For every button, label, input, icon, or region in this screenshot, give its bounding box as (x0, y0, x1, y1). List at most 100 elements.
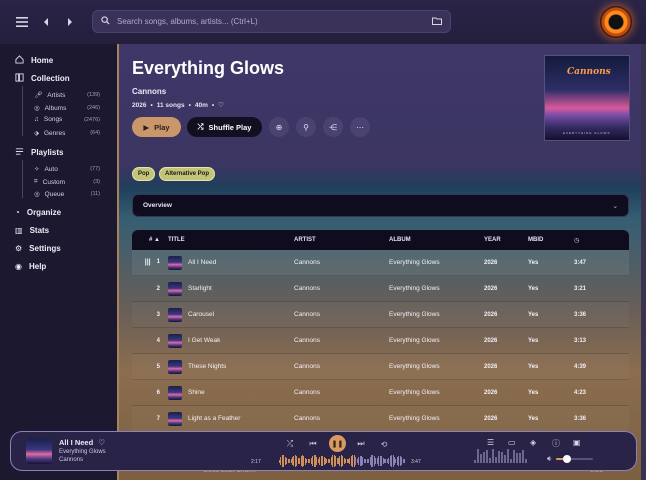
table-row[interactable]: 2 Starlight Cannons Everything Glows 2026 Yes… (132, 276, 629, 302)
shuffle-icon[interactable]: ⤮ (283, 437, 297, 451)
track-number: 2 (156, 285, 160, 292)
sidebar-item-auto[interactable]: ✧ Auto (77) (34, 165, 100, 174)
volume-knob[interactable] (563, 455, 572, 463)
sidebar-item-artists[interactable]: 🎤︎ Artists (139) (34, 91, 100, 100)
track-thumbnail (168, 359, 182, 374)
track-title: Shine (168, 385, 294, 400)
track-album[interactable]: Everything Glows (389, 259, 484, 266)
visualizer-bars (474, 449, 528, 463)
track-artist[interactable]: Cannons (294, 259, 389, 266)
col-num[interactable]: # ▲ (132, 237, 168, 243)
visualizer-bar (483, 452, 485, 463)
info-icon[interactable]: ⓘ (552, 438, 560, 449)
pause-button[interactable]: ❚❚ (329, 435, 346, 452)
heart-icon[interactable]: ♡ (218, 101, 224, 109)
now-playing-artist[interactable]: Cannons (59, 457, 83, 463)
visualizer-bar (501, 451, 503, 463)
track-album[interactable]: Everything Glows (389, 285, 484, 292)
previous-icon[interactable]: ⏮ (306, 437, 320, 451)
track-artist[interactable]: Cannons (294, 389, 389, 396)
sidebar-item-home[interactable]: Home (15, 55, 53, 66)
clock-icon[interactable]: ◷ (574, 237, 626, 244)
search-bar[interactable] (92, 10, 451, 33)
sidebar-item-playlists[interactable]: Playlists (15, 147, 63, 158)
main-content: Everything Glows Cannons 2026 • 11 songs •… (117, 44, 641, 480)
col-year[interactable]: YEAR (484, 237, 528, 243)
track-thumbnail (168, 411, 182, 426)
sidebar-item-help[interactable]: ◉ Help (15, 262, 46, 271)
sidebar-item-songs[interactable]: ♫ Songs (2476) (34, 116, 100, 123)
next-icon[interactable]: ⏭ (354, 437, 368, 451)
album-meta: 2026 • 11 songs • 40m • ♡ (132, 101, 224, 110)
track-thumbnail (168, 385, 182, 400)
track-thumbnail (168, 307, 182, 322)
overview-dropdown[interactable]: Overview ⌄ (132, 194, 629, 217)
col-title[interactable]: TITLE (168, 237, 294, 243)
more-button[interactable]: ⋯ (350, 117, 370, 137)
now-playing-album[interactable]: Everything Glows (59, 449, 106, 455)
col-mbid[interactable]: MBID (528, 237, 574, 243)
track-artist[interactable]: Cannons (294, 311, 389, 318)
sidebar-item-albums[interactable]: ◎ Albums (246) (34, 104, 100, 113)
heart-icon[interactable]: ♡ (98, 438, 105, 447)
track-artist[interactable]: Cannons (294, 285, 389, 292)
shuffle-play-button[interactable]: ⤮ Shuffle Play (187, 117, 262, 137)
back-icon[interactable] (38, 14, 54, 30)
track-mbid: Yes (528, 311, 539, 318)
visualizer-icon[interactable]: ▭ (508, 438, 516, 447)
waveform-seekbar[interactable] (279, 453, 405, 469)
genre-tag-pop[interactable]: Pop (132, 167, 156, 181)
track-mbid: Yes (528, 285, 539, 292)
plus-icon: ⊕ (275, 122, 283, 132)
scrollbar[interactable] (641, 44, 646, 480)
track-artist[interactable]: Cannons (294, 415, 389, 422)
organize-icon: ◔ (15, 208, 20, 217)
track-album[interactable]: Everything Glows (389, 415, 484, 422)
volume-icon[interactable]: 🔉︎ (547, 454, 552, 464)
visualizer-bar (492, 449, 494, 463)
lyrics-icon[interactable]: ☰ (487, 438, 494, 447)
sidebar-item-collection[interactable]: Collection (15, 73, 70, 84)
layers-icon[interactable]: ◈ (530, 438, 536, 447)
sidebar-item-organize[interactable]: ◔ Organize (15, 208, 61, 217)
col-artist[interactable]: ARTIST (294, 237, 389, 243)
track-album[interactable]: Everything Glows (389, 363, 484, 370)
play-button[interactable]: ▶ Play (132, 117, 181, 137)
sidebar-item-queue[interactable]: ◎ Queue (11) (34, 190, 100, 199)
folder-icon[interactable] (432, 17, 442, 27)
sidebar-item-custom[interactable]: ⌗ Custom (3) (34, 178, 100, 186)
now-playing-cover[interactable] (26, 438, 52, 464)
table-row[interactable]: 6 Shine Cannons Everything Glows 2026 Yes 4:23 (132, 380, 629, 406)
track-album[interactable]: Everything Glows (389, 389, 484, 396)
table-row[interactable]: ||| 1 All I Need Cannons Everything Glows 202… (132, 250, 629, 276)
volume-control[interactable]: 🔉︎ (547, 454, 593, 464)
table-row[interactable]: 3 Carousel Cannons Everything Glows 2026 Yes 3… (132, 302, 629, 328)
visualizer-bar (477, 449, 479, 463)
sidebar-item-genres[interactable]: ⬗ Genres (64) (34, 129, 100, 138)
pin-button[interactable]: ⚲ (296, 117, 316, 137)
track-album[interactable]: Everything Glows (389, 311, 484, 318)
sidebar-item-stats[interactable]: ▥ Stats (15, 226, 49, 235)
miniplayer-icon[interactable]: ▣ (573, 438, 581, 447)
sidebar-item-settings[interactable]: ⚙ Settings (15, 244, 61, 253)
add-button[interactable]: ⊕ (269, 117, 289, 137)
table-row[interactable]: 5 These Nights Cannons Everything Glows 2026… (132, 354, 629, 380)
share-button[interactable]: ⋲ (323, 117, 343, 137)
col-album[interactable]: ALBUM (389, 237, 484, 243)
genre-tag-alt-pop[interactable]: Alternative Pop (159, 167, 216, 181)
track-artist[interactable]: Cannons (294, 363, 389, 370)
album-artist-link[interactable]: Cannons (132, 87, 166, 96)
volume-slider[interactable] (556, 455, 593, 463)
total-time: 3:47 (411, 459, 421, 465)
search-input[interactable] (117, 17, 425, 26)
menu-icon[interactable] (14, 14, 30, 30)
track-mbid: Yes (528, 389, 539, 396)
app-logo-icon[interactable] (600, 6, 632, 38)
table-row[interactable]: 4 I Get Weak Cannons Everything Glows 2026 Ye… (132, 328, 629, 354)
table-row[interactable]: 7 Light as a Feather Cannons Everything Glo… (132, 406, 629, 432)
track-artist[interactable]: Cannons (294, 337, 389, 344)
visualizer-bar (489, 457, 491, 463)
forward-icon[interactable] (62, 14, 78, 30)
repeat-icon[interactable]: ⟲ (377, 437, 391, 451)
track-album[interactable]: Everything Glows (389, 337, 484, 344)
